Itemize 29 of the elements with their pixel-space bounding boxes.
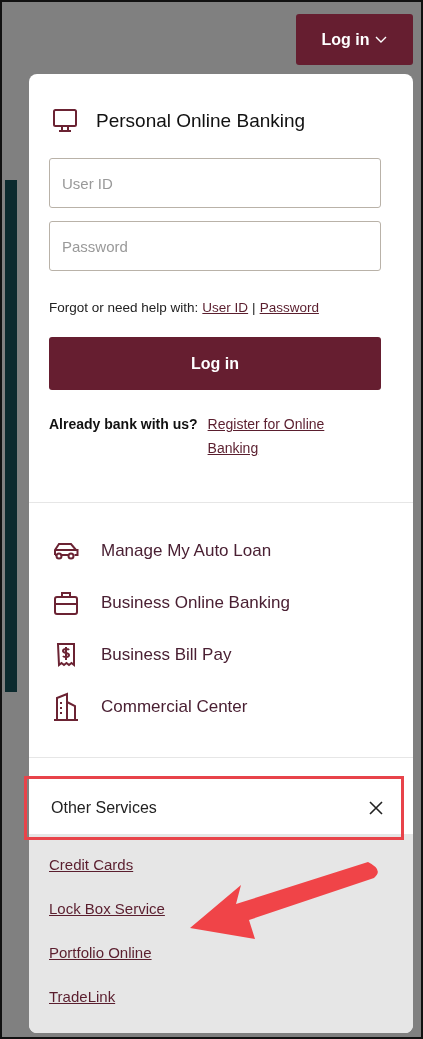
service-link[interactable]: Manage My Auto Loan bbox=[51, 535, 393, 567]
login-menu-button[interactable]: Log in bbox=[296, 14, 413, 65]
other-services-header[interactable]: Other Services bbox=[29, 782, 413, 834]
service-link[interactable]: Credit Cards bbox=[49, 856, 134, 873]
service-label: Commercial Center bbox=[101, 697, 248, 717]
service-link[interactable]: TradeLink bbox=[49, 988, 116, 1005]
service-link[interactable]: Portfolio Online bbox=[49, 944, 152, 961]
close-icon bbox=[369, 801, 383, 815]
service-link[interactable]: Lock Box Service bbox=[49, 900, 165, 917]
login-button[interactable]: Log in bbox=[49, 337, 381, 390]
input-field[interactable]: Password bbox=[49, 221, 381, 271]
input-field[interactable]: User ID bbox=[49, 158, 381, 208]
service-label: Manage My Auto Loan bbox=[101, 541, 272, 561]
service-label: Business Bill Pay bbox=[101, 645, 232, 665]
register-link[interactable]: Register for Online Banking bbox=[207, 412, 358, 460]
user-id-link[interactable]: User ID bbox=[202, 300, 249, 315]
help-text: Forgot or need help with: bbox=[49, 300, 199, 315]
service-link[interactable]: Business Bill Pay bbox=[51, 639, 393, 671]
building-icon bbox=[51, 692, 81, 722]
section-title: Personal Online Banking bbox=[96, 110, 306, 132]
separator: | bbox=[252, 300, 256, 315]
service-link[interactable]: Commercial Center bbox=[51, 691, 393, 723]
caret-icon bbox=[375, 35, 388, 44]
service-label: Business Online Banking bbox=[101, 593, 290, 613]
monitor-icon bbox=[52, 108, 78, 134]
briefcase-icon bbox=[51, 589, 81, 617]
password-link[interactable]: Password bbox=[259, 300, 319, 315]
service-link[interactable]: Business Online Banking bbox=[51, 587, 393, 619]
register-prompt: Already bank with us? bbox=[49, 415, 198, 434]
